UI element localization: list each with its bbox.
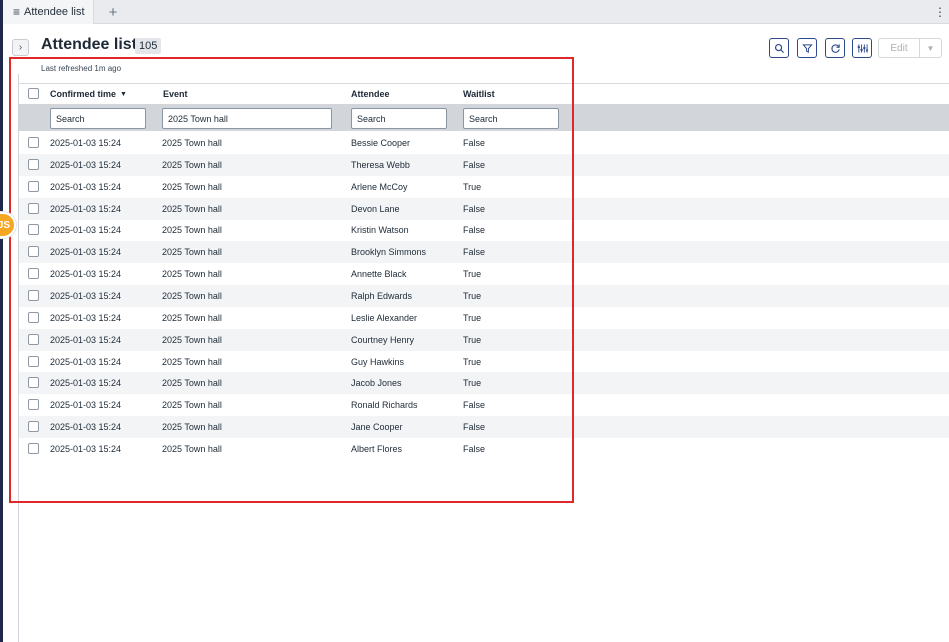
search-icon [774,43,784,53]
column-settings-icon [857,43,868,53]
plus-icon[interactable]: + [103,0,123,24]
refresh-button[interactable] [825,38,845,58]
hamburger-icon: ≡ [13,5,21,19]
page-title: Attendee list [41,36,138,53]
chevron-right-icon: › [18,42,23,53]
tab-bar: ≡ Attendee list + ⋮ [3,0,949,24]
edit-button[interactable]: Edit [878,38,920,58]
tab-label: Attendee list [24,6,85,18]
list-view: › Attendee list 105 Last refreshed 1m ag… [3,24,949,642]
refresh-icon [830,43,840,53]
search-button[interactable] [769,38,789,58]
edit-dropdown-button[interactable]: ▼ [920,38,942,58]
caret-down-icon: ▼ [926,43,935,53]
column-settings-button[interactable] [852,38,872,58]
filter-icon [801,43,813,53]
expand-sidebar-button[interactable]: › [12,39,29,56]
vertical-ellipsis-icon[interactable]: ⋮ [934,0,946,24]
filter-button[interactable] [797,38,817,58]
selection-highlight [9,57,574,503]
tab-attendee-list[interactable]: ≡ Attendee list [3,0,94,24]
record-count-badge: 105 [135,38,162,54]
